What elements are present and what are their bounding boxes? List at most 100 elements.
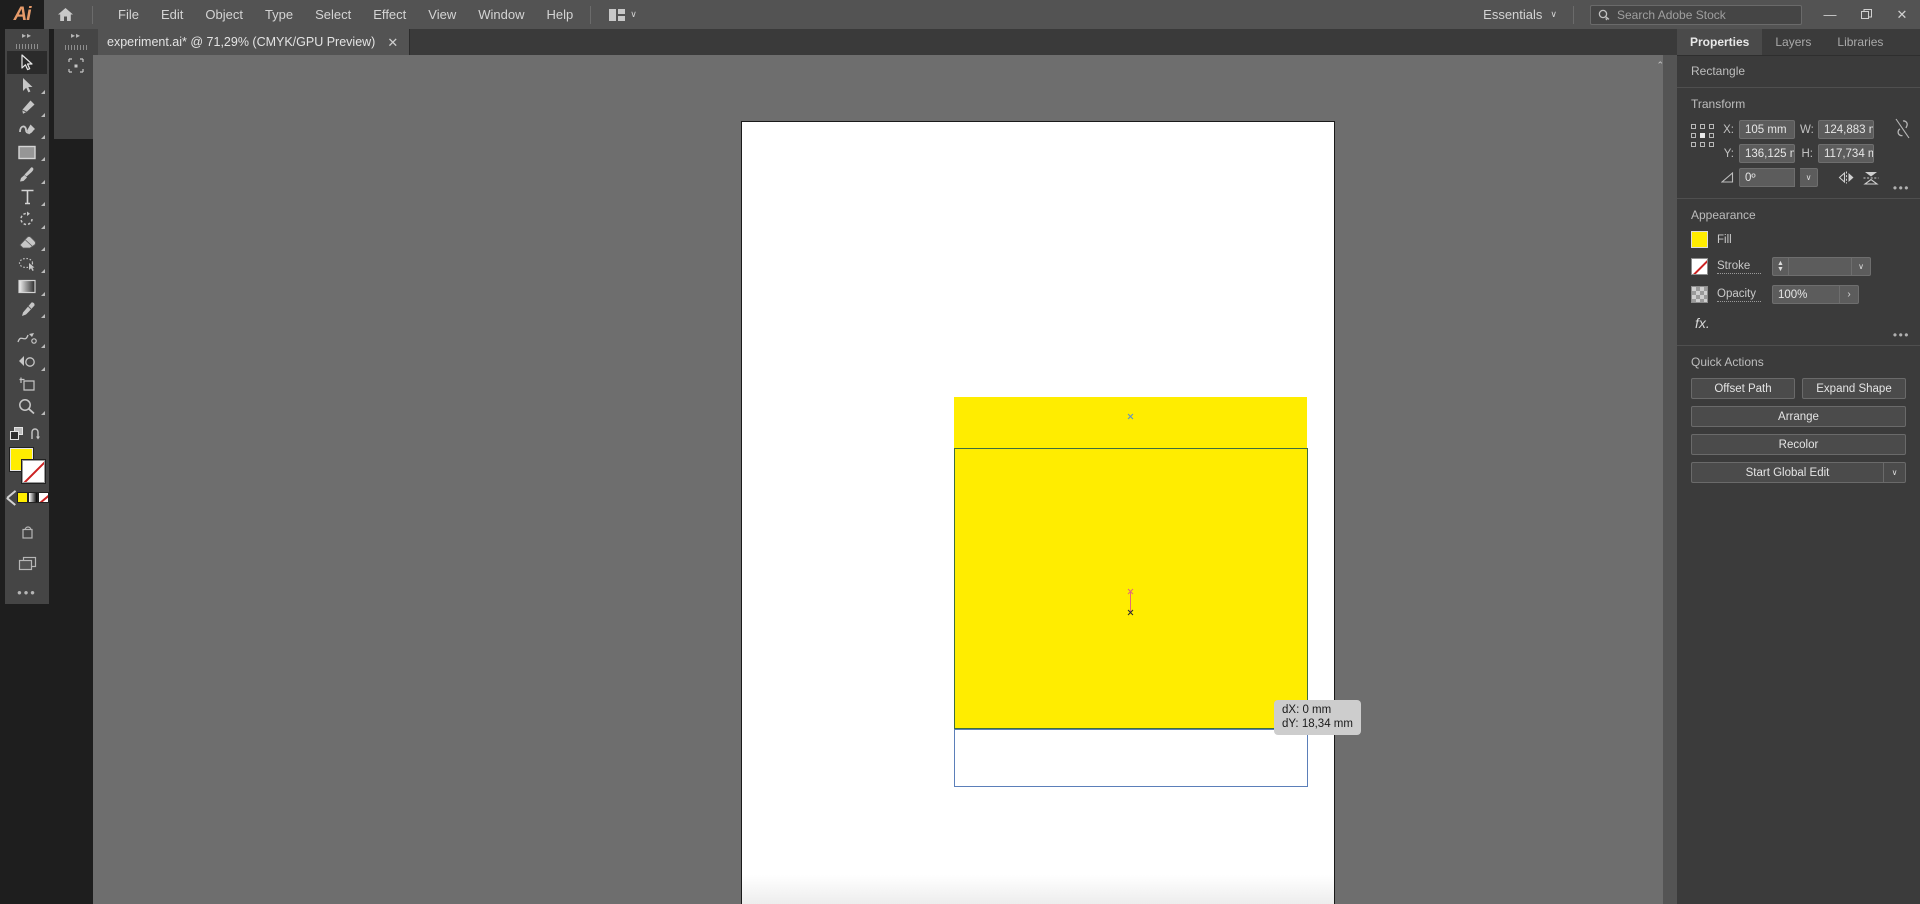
menu-edit[interactable]: Edit bbox=[150, 3, 194, 26]
flip-vertical-icon[interactable] bbox=[1861, 168, 1881, 187]
arrange-documents-button[interactable]: ∨ bbox=[601, 7, 645, 23]
gradient-tool[interactable] bbox=[7, 275, 47, 297]
blend-tool[interactable] bbox=[7, 328, 47, 350]
y-field[interactable]: 136,125 mm bbox=[1739, 144, 1795, 163]
eyedropper-tool[interactable] bbox=[7, 298, 47, 320]
measurement-dx: dX: 0 mm bbox=[1282, 704, 1332, 716]
quick-actions-title: Quick Actions bbox=[1691, 355, 1764, 369]
flyout-indicator-icon bbox=[41, 269, 45, 274]
window-controls: — ✕ bbox=[1812, 0, 1920, 29]
tools-drag-handle[interactable] bbox=[5, 41, 49, 51]
global-edit-dropdown-icon[interactable]: ∨ bbox=[1883, 462, 1906, 483]
tab-libraries[interactable]: Libraries bbox=[1824, 29, 1897, 55]
none-swatch-icon[interactable] bbox=[38, 492, 49, 504]
flip-horizontal-icon[interactable] bbox=[1836, 168, 1856, 187]
appearance-more-options[interactable]: ••• bbox=[1893, 328, 1910, 342]
paintbrush-tool[interactable] bbox=[7, 163, 47, 185]
stroke-weight-field[interactable] bbox=[1788, 257, 1851, 276]
menu-effect[interactable]: Effect bbox=[362, 3, 417, 26]
appearance-title: Appearance bbox=[1691, 208, 1756, 222]
shape-builder-tool[interactable] bbox=[7, 350, 47, 372]
restore-button[interactable] bbox=[1848, 0, 1884, 29]
tools-collapse-icon[interactable]: ▸▸ bbox=[5, 29, 49, 41]
flyout-indicator-icon bbox=[41, 247, 45, 252]
constrain-proportions-unlinked-icon[interactable] bbox=[1894, 118, 1912, 140]
tools-collapse-icon-2[interactable]: ▸▸ bbox=[54, 29, 98, 42]
menu-items: File Edit Object Type Select Effect View… bbox=[107, 3, 584, 26]
search-input[interactable]: Search Adobe Stock bbox=[1617, 8, 1726, 22]
selection-tool[interactable] bbox=[7, 51, 47, 74]
opacity-field[interactable]: 100% bbox=[1772, 285, 1839, 304]
lasso-tool[interactable] bbox=[7, 253, 47, 275]
tab-properties[interactable]: Properties bbox=[1677, 29, 1763, 55]
menu-window[interactable]: Window bbox=[467, 3, 535, 26]
rectangle-tool[interactable] bbox=[7, 141, 47, 163]
pen-tool[interactable] bbox=[7, 96, 47, 118]
w-field[interactable]: 124,883 mm bbox=[1818, 120, 1874, 139]
transform-more-options[interactable]: ••• bbox=[1893, 181, 1910, 195]
stroke-label[interactable]: Stroke bbox=[1717, 260, 1761, 274]
chevron-down-icon: ∨ bbox=[1550, 9, 1557, 19]
stroke-weight-dropdown-icon[interactable]: ∨ bbox=[1851, 257, 1871, 276]
curvature-tool[interactable] bbox=[7, 119, 47, 141]
search-adobe-stock[interactable]: Search Adobe Stock bbox=[1590, 4, 1802, 25]
edit-toolbar-icon[interactable]: ••• bbox=[7, 582, 47, 604]
color-swatch-icon[interactable] bbox=[16, 492, 28, 504]
home-icon[interactable] bbox=[44, 0, 86, 29]
close-button[interactable]: ✕ bbox=[1884, 0, 1920, 29]
reference-point-grid[interactable] bbox=[1691, 124, 1715, 148]
gradient-swatch-icon[interactable] bbox=[27, 492, 39, 504]
menu-object[interactable]: Object bbox=[194, 3, 254, 26]
artboards-panel-icon[interactable] bbox=[56, 53, 96, 77]
zoom-tool[interactable] bbox=[7, 395, 47, 417]
yellow-rectangle-top[interactable] bbox=[954, 397, 1307, 449]
quick-actions-row-3: Recolor bbox=[1691, 434, 1906, 455]
stroke-weight-stepper[interactable]: ▲ ▼ bbox=[1772, 257, 1788, 276]
menu-type[interactable]: Type bbox=[254, 3, 304, 26]
x-label: X: bbox=[1723, 123, 1734, 136]
menu-select[interactable]: Select bbox=[304, 3, 362, 26]
menu-view[interactable]: View bbox=[417, 3, 467, 26]
drawing-mode-icon[interactable] bbox=[7, 522, 47, 544]
opacity-options-icon[interactable]: › bbox=[1839, 285, 1859, 304]
default-colors-icon[interactable] bbox=[7, 491, 16, 504]
type-tool[interactable] bbox=[7, 186, 47, 208]
artboard-tool[interactable] bbox=[7, 373, 47, 395]
menu-help[interactable]: Help bbox=[535, 3, 584, 26]
tools-drag-handle-2[interactable] bbox=[54, 42, 98, 53]
opacity-label[interactable]: Opacity bbox=[1717, 288, 1761, 302]
minimize-button[interactable]: — bbox=[1812, 0, 1848, 29]
angle-dropdown-icon[interactable]: ∨ bbox=[1800, 168, 1818, 187]
quick-actions-section: Quick Actions Offset Path Expand Shape A… bbox=[1677, 345, 1920, 495]
direct-selection-tool[interactable] bbox=[7, 74, 47, 96]
arrange-caret-icon: ∨ bbox=[630, 9, 637, 19]
fx-button[interactable]: fx. bbox=[1691, 313, 1906, 331]
expand-shape-button[interactable]: Expand Shape bbox=[1802, 378, 1906, 399]
stroke-swatch-none[interactable] bbox=[21, 458, 46, 484]
tab-layers[interactable]: Layers bbox=[1762, 29, 1825, 55]
stroke-color-swatch[interactable] bbox=[1691, 258, 1708, 275]
fill-color-swatch[interactable] bbox=[1691, 231, 1708, 248]
angle-field[interactable]: 0º bbox=[1739, 168, 1795, 187]
flyout-indicator-icon bbox=[41, 314, 45, 319]
tool-extras-row bbox=[10, 425, 44, 444]
h-field[interactable]: 117,734 mm bbox=[1818, 144, 1874, 163]
swap-fill-stroke-icon[interactable] bbox=[30, 428, 44, 441]
selected-object-type: Rectangle bbox=[1677, 56, 1920, 88]
eraser-tool[interactable] bbox=[7, 231, 47, 253]
offset-path-button[interactable]: Offset Path bbox=[1691, 378, 1795, 399]
start-global-edit-button[interactable]: Start Global Edit bbox=[1691, 462, 1883, 483]
document-tab-bar: experiment.ai* @ 71,29% (CMYK/GPU Previe… bbox=[0, 29, 1920, 55]
arrange-objects-icon[interactable] bbox=[10, 427, 26, 441]
document-canvas[interactable]: dX: 0 mm dY: 18,34 mm ⌃ bbox=[93, 55, 1677, 904]
screen-mode-icon[interactable] bbox=[7, 552, 47, 574]
measurement-tooltip: dX: 0 mm dY: 18,34 mm bbox=[1274, 700, 1361, 735]
workspace-switcher[interactable]: Essentials ∨ bbox=[1473, 7, 1567, 22]
recolor-button[interactable]: Recolor bbox=[1691, 434, 1906, 455]
x-field[interactable]: 105 mm bbox=[1739, 120, 1795, 139]
menu-file[interactable]: File bbox=[107, 3, 150, 26]
rotate-tool[interactable] bbox=[7, 208, 47, 230]
arrange-button[interactable]: Arrange bbox=[1691, 406, 1906, 427]
close-icon[interactable]: ✕ bbox=[387, 36, 398, 49]
document-tab-experiment[interactable]: experiment.ai* @ 71,29% (CMYK/GPU Previe… bbox=[93, 29, 411, 55]
